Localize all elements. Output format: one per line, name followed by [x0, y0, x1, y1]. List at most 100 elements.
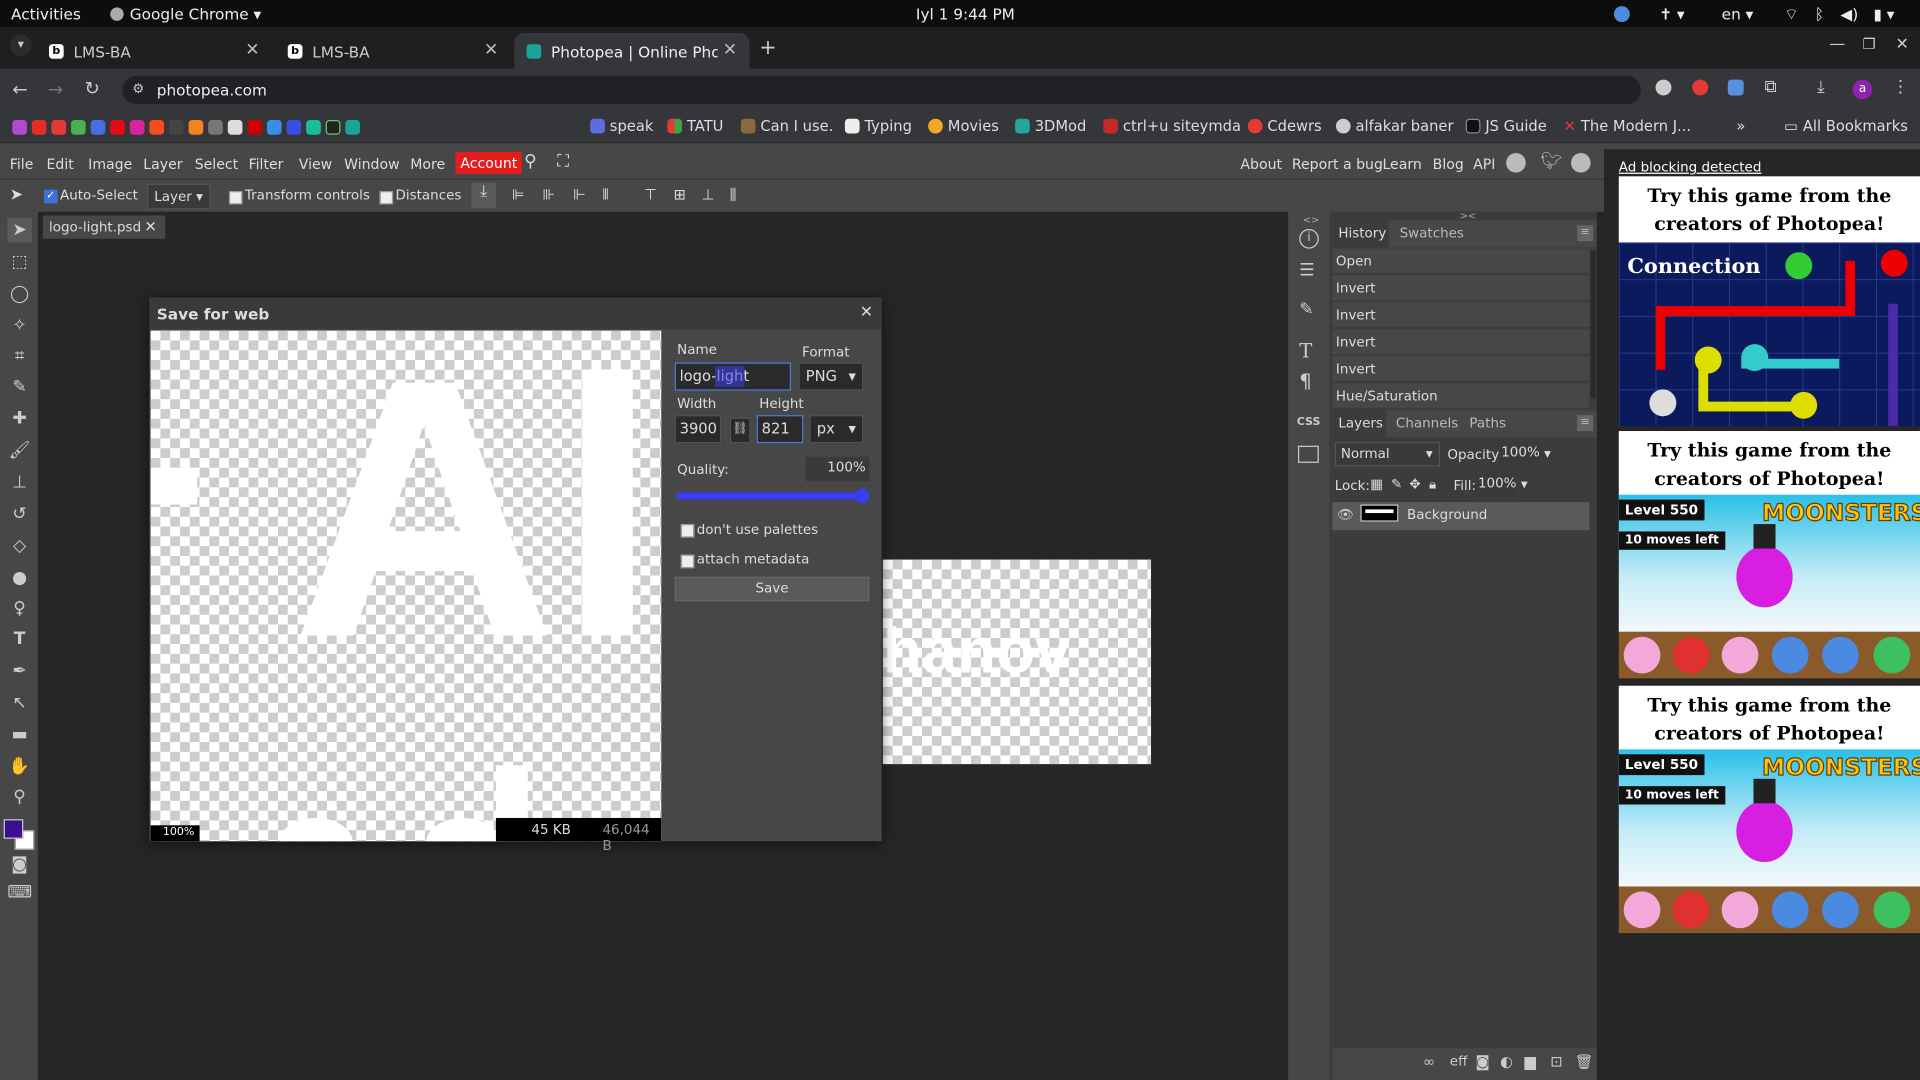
preview-pane[interactable]: Al — [150, 330, 662, 842]
group-folder-icon[interactable]: ▆ — [1525, 1053, 1536, 1070]
align-top-icon[interactable]: ⊤ — [644, 186, 657, 203]
bookmark-speak[interactable]: speak — [590, 118, 653, 135]
quality-input[interactable]: 100% — [805, 456, 870, 482]
effects-icon[interactable]: eff — [1450, 1053, 1468, 1069]
profile-avatar[interactable]: a — [1852, 79, 1873, 100]
activities-button[interactable]: Activities — [11, 5, 81, 23]
layer-select[interactable]: Layer ▾ — [146, 183, 211, 210]
bookmark-icon[interactable] — [286, 120, 302, 135]
collapse-icon[interactable]: <> — [1303, 214, 1319, 225]
bookmark-icon[interactable] — [51, 120, 67, 135]
auto-select-checkbox[interactable]: ✓ — [44, 189, 58, 204]
site-info-icon[interactable]: ⚙ — [132, 81, 144, 97]
tab-photopea[interactable]: Photopea | Online Photo ✕ — [514, 33, 750, 69]
menu-select[interactable]: Select — [195, 156, 238, 173]
clock[interactable]: Iyl 1 9:44 PM — [916, 5, 1015, 23]
bluetooth-icon[interactable]: ᛒ — [1815, 5, 1824, 23]
info-icon[interactable]: i — [1299, 228, 1319, 249]
format-select[interactable]: PNG ▾ — [798, 362, 864, 391]
transform-controls-checkbox[interactable] — [228, 191, 243, 205]
photopea-bookmark-icon[interactable] — [345, 120, 361, 135]
menu-window[interactable]: Window — [344, 156, 400, 173]
search-icon[interactable]: ⚲ — [524, 152, 537, 172]
link-dimensions-icon[interactable]: ⛓ — [729, 417, 751, 444]
wifi-icon[interactable]: ⌔ — [1784, 5, 1798, 25]
moonsters-game-ad[interactable]: Level 550 10 moves left MOONSTERS — [1618, 494, 1920, 632]
blend-mode-select[interactable]: Normal ▾ — [1334, 442, 1441, 467]
bookmark-alfakar[interactable]: alfakar baner — [1335, 118, 1453, 135]
moonsters-game-ad[interactable]: Level 550 10 moves left MOONSTERS — [1618, 749, 1920, 887]
fill-dropdown-icon[interactable]: ▾ — [1521, 476, 1528, 492]
bookmark-typing[interactable]: Typing — [844, 118, 912, 135]
bookmark-icon[interactable] — [12, 120, 27, 135]
bookmark-modern-js[interactable]: ✕ The Modern J... — [1564, 118, 1699, 135]
blog-link[interactable]: Blog — [1433, 156, 1464, 173]
history-item[interactable]: Invert — [1332, 275, 1590, 302]
close-window-icon[interactable]: ✕ — [1896, 36, 1909, 54]
move-tool-icon[interactable]: ➤ — [7, 217, 32, 243]
bookmark-ctrlu[interactable]: ctrl+u siteymda — [1103, 118, 1241, 135]
css-icon[interactable]: CSS — [1297, 416, 1321, 428]
close-tab-icon[interactable]: ✕ — [717, 40, 738, 61]
align-bottom-icon[interactable]: ⊥ — [702, 186, 715, 203]
history-item[interactable]: Invert — [1332, 356, 1590, 383]
bookmark-icons-row[interactable] — [12, 119, 365, 136]
lock-all-icon[interactable]: 🔒︎ — [1429, 476, 1436, 493]
tab-paths[interactable]: Paths — [1469, 415, 1506, 431]
brush-settings-icon[interactable]: ✎ — [1299, 300, 1313, 320]
healing-brush-icon[interactable]: ✚ — [7, 407, 31, 431]
maps-icon[interactable] — [71, 120, 86, 135]
extension-icon[interactable] — [1727, 79, 1744, 96]
history-item[interactable]: Hue/Saturation — [1332, 383, 1590, 409]
character-icon[interactable]: T — [1299, 339, 1312, 362]
chatgpt-icon[interactable] — [227, 120, 243, 135]
history-brush-icon[interactable]: ↺ — [7, 502, 31, 526]
menu-file[interactable]: File — [10, 156, 34, 173]
lock-move-icon[interactable]: ✥ — [1409, 476, 1420, 492]
magic-wand-icon[interactable]: ✧ — [7, 313, 31, 337]
dodge-tool-icon[interactable]: ♀ — [7, 596, 31, 620]
brush-tool-icon[interactable]: 🖌︎ — [7, 438, 31, 462]
pen-tool-icon[interactable]: ✒ — [7, 659, 31, 683]
app-menu[interactable]: Google Chrome ▾ — [110, 5, 261, 23]
opacity-dropdown-icon[interactable]: ▾ — [1544, 446, 1551, 462]
tab-history[interactable]: History — [1332, 220, 1389, 248]
bookmark-icon[interactable] — [266, 120, 282, 135]
align-middle-icon[interactable]: ⊞ — [673, 186, 685, 203]
menu-view[interactable]: View — [299, 156, 332, 173]
tab-search-button[interactable]: ▾ — [9, 34, 32, 57]
bookmark-tatu[interactable]: TATU — [667, 118, 723, 135]
foreground-color-swatch[interactable] — [3, 819, 24, 839]
image-icon[interactable] — [1297, 445, 1319, 463]
close-tab-icon[interactable]: ✕ — [484, 40, 498, 60]
eyedropper-icon[interactable]: ✎ — [7, 375, 31, 399]
instagram-icon[interactable] — [129, 120, 145, 135]
quality-slider-handle[interactable] — [854, 488, 870, 504]
unit-select[interactable]: px ▾ — [809, 415, 864, 444]
menu-more[interactable]: More — [410, 156, 445, 173]
save-button[interactable]: Save — [674, 576, 870, 602]
language-indicator[interactable]: en ▾ — [1722, 5, 1754, 23]
close-tab-icon[interactable]: ✕ — [245, 40, 259, 60]
ad-headline[interactable]: Try this game from the creators of Photo… — [1618, 176, 1920, 243]
report-bug-link[interactable]: Report a bug — [1292, 156, 1383, 173]
paragraph-icon[interactable]: ¶ — [1299, 370, 1311, 393]
layer-row[interactable]: 👁︎ Background — [1332, 502, 1590, 531]
bookmark-icon[interactable] — [247, 120, 263, 135]
bookmark-3dmod[interactable]: 3DMod — [1015, 118, 1086, 135]
document-canvas[interactable]: hanov — [882, 559, 1152, 765]
apple-icon[interactable] — [208, 120, 223, 135]
forward-icon[interactable]: → — [48, 78, 63, 100]
align-center-icon[interactable]: ⊪ — [542, 186, 555, 203]
height-input[interactable]: 821 — [756, 415, 804, 444]
zoom-tool-icon[interactable]: ⚲ — [7, 785, 31, 809]
distribute-h-icon[interactable]: ⫴ — [602, 186, 608, 204]
menu-filter[interactable]: Filter — [249, 156, 284, 173]
omnibox[interactable]: ⚙ photopea.com — [122, 75, 1641, 105]
zoom-indicator[interactable]: 100% — [150, 825, 200, 842]
extension-icon[interactable] — [1692, 79, 1709, 96]
back-icon[interactable]: ← — [12, 78, 27, 100]
close-dialog-icon[interactable]: ✕ — [860, 304, 873, 322]
blur-tool-icon[interactable]: ● — [7, 566, 31, 590]
menu-layer[interactable]: Layer — [143, 156, 182, 173]
